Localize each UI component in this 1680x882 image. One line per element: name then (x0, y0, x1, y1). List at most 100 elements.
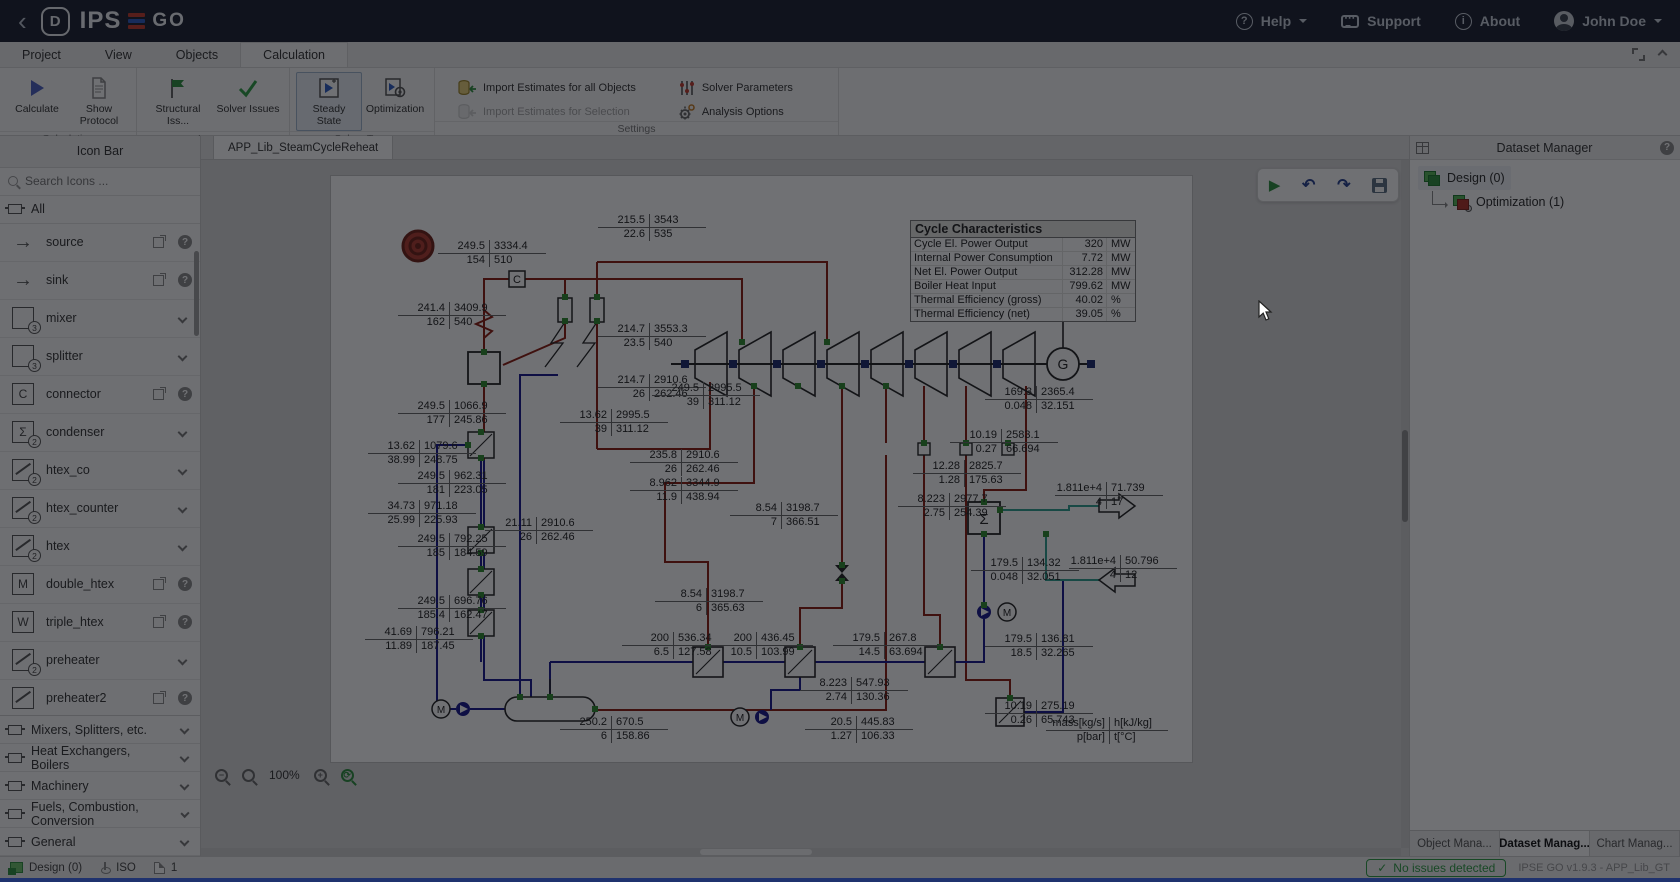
status-dataset[interactable]: Design (0) (10, 862, 82, 874)
expand-icon[interactable] (1632, 48, 1645, 61)
solver-parameters-button[interactable]: Solver Parameters (678, 79, 793, 97)
icon-bar-item[interactable]: 2 htex_co (0, 452, 200, 490)
support-menu[interactable]: Support (1341, 13, 1421, 29)
sidebar-scrollbar[interactable] (194, 251, 199, 336)
status-page-count[interactable]: 1 (154, 862, 177, 874)
stream-label[interactable]: 8.9623344.9 11.9438.94 (630, 477, 738, 504)
tree-item-design[interactable]: Design (0) (1418, 166, 1511, 190)
search-row[interactable] (0, 168, 200, 196)
horizontal-scrollbar[interactable] (201, 848, 1401, 856)
icon-bar-item[interactable]: preheater2 ? (0, 680, 200, 715)
chevron-down-icon[interactable] (178, 541, 188, 551)
icon-bar-item[interactable]: Σ 2 condenser (0, 414, 200, 452)
stream-label[interactable]: 1.811e+471.739 417 (1055, 482, 1163, 509)
stream-label[interactable]: 169.32365.4 0.04832.151 (985, 386, 1093, 413)
search-input[interactable] (25, 174, 175, 188)
panel-tab[interactable]: Object Mana... (1410, 831, 1500, 856)
analysis-options-button[interactable]: Analysis Options (678, 103, 793, 121)
chevron-down-icon[interactable] (178, 465, 188, 475)
stream-label[interactable]: 10.192583.1 0.2766.694 (950, 429, 1058, 456)
icon-bar-item[interactable]: → sink ? (0, 262, 200, 300)
import-estimates-all-button[interactable]: Import Estimates for all Objects (457, 79, 636, 97)
stream-label[interactable]: 249.51066.9 177245.86 (398, 400, 506, 427)
menu-tab[interactable]: View (83, 42, 154, 67)
solver-issues-button[interactable]: Solver Issues (213, 72, 283, 119)
icon-bar-item[interactable]: 2 htex_counter (0, 490, 200, 528)
stream-label[interactable]: 13.622995.5 39311.12 (560, 409, 668, 436)
steady-state-button[interactable]: Steady State (296, 72, 362, 131)
zoom-fit-icon[interactable] (242, 769, 255, 782)
sidebar-item-all[interactable]: All (0, 196, 200, 224)
chevron-down-icon[interactable] (178, 351, 188, 361)
cycle-characteristics-table[interactable]: Cycle Characteristics Cycle El. Power Ou… (910, 220, 1136, 322)
stream-label[interactable]: 249.52995.5 39311.12 (652, 382, 760, 409)
vertical-scrollbar[interactable] (1401, 160, 1409, 848)
stream-label[interactable]: 1.811e+450.796 412 (1069, 555, 1177, 582)
open-in-new-icon[interactable] (153, 237, 164, 248)
icon-bar-category[interactable]: Fuels, Combustion, Conversion (0, 800, 200, 828)
stream-label[interactable]: 249.53334.4 154510 (438, 240, 546, 267)
open-in-new-icon[interactable] (153, 617, 164, 628)
menu-tab[interactable]: Project (0, 42, 83, 67)
stream-label[interactable]: 249.5962.31 181223.05 (398, 470, 506, 497)
menu-tab[interactable]: Objects (154, 42, 240, 67)
icon-bar-category[interactable]: Machinery (0, 772, 200, 800)
stream-label[interactable]: 12.282825.7 1.28175.63 (913, 460, 1021, 487)
icon-bar-category[interactable]: General (0, 828, 200, 856)
help-item-icon[interactable]: ? (178, 235, 192, 249)
calculate-button[interactable]: Calculate (6, 72, 68, 119)
document-tab[interactable]: APP_Lib_SteamCycleReheat (213, 136, 393, 159)
stream-label[interactable]: 13.621079.6 38.99248.75 (368, 440, 476, 467)
status-units[interactable]: ISO (100, 862, 136, 874)
icon-bar-category[interactable]: Mixers, Splitters, etc. (0, 716, 200, 744)
stream-label[interactable]: 241.43409.9 162540 (398, 302, 506, 329)
help-item-icon[interactable]: ? (178, 273, 192, 287)
show-protocol-button[interactable]: Show Protocol (68, 72, 130, 131)
open-in-new-icon[interactable] (153, 579, 164, 590)
help-item-icon[interactable]: ? (178, 387, 192, 401)
save-icon[interactable] (1372, 178, 1387, 193)
stream-label[interactable]: 8.223547.93 2.74130.36 (800, 677, 908, 704)
help-menu[interactable]: ? Help (1236, 13, 1307, 30)
optimization-button[interactable]: Optimization (362, 72, 428, 119)
issues-status-badge[interactable]: ✓ No issues detected (1366, 859, 1506, 877)
stream-label[interactable]: 179.5134.32 0.04832.051 (971, 557, 1079, 584)
stream-label[interactable]: 214.73553.3 23.5540 (598, 323, 706, 350)
open-in-new-icon[interactable] (153, 275, 164, 286)
open-in-new-icon[interactable] (153, 693, 164, 704)
icon-bar-item[interactable]: 3 splitter (0, 338, 200, 376)
panel-tab[interactable]: Chart Manag... (1590, 831, 1680, 856)
stream-label[interactable]: 20.5445.83 1.27106.33 (805, 716, 913, 743)
icon-bar-item[interactable]: 2 preheater (0, 642, 200, 680)
stream-label[interactable]: 215.53543 22.6535 (598, 214, 706, 241)
icon-bar-item[interactable]: C connector ? (0, 376, 200, 414)
collapse-ribbon-icon[interactable] (1658, 50, 1668, 60)
import-estimates-selection-button[interactable]: Import Estimates for Selection (457, 103, 636, 121)
menu-tab[interactable]: Calculation (240, 42, 348, 67)
icon-bar-item[interactable]: → source ? (0, 224, 200, 262)
help-item-icon[interactable]: ? (178, 691, 192, 705)
chevron-down-icon[interactable] (178, 503, 188, 513)
chevron-down-icon[interactable] (178, 427, 188, 437)
undo-icon[interactable]: ↶ (1302, 175, 1315, 195)
stream-label[interactable]: 249.5696.76 185.4162.47 (398, 595, 506, 622)
icon-bar-item[interactable]: W triple_htex ? (0, 604, 200, 642)
stream-label[interactable]: 8.543198.7 6365.63 (655, 588, 763, 615)
icon-bar-item[interactable]: 3 mixer (0, 300, 200, 338)
panel-tab[interactable]: Dataset Manag... (1500, 831, 1590, 856)
stream-label[interactable]: 179.5136.81 18.532.265 (985, 633, 1093, 660)
icon-bar-category[interactable]: Heat Exchangers, Boilers (0, 744, 200, 772)
panel-help-icon[interactable]: ? (1660, 141, 1674, 155)
icon-bar-item[interactable]: 2 htex (0, 528, 200, 566)
back-icon[interactable]: ‹ (18, 8, 27, 34)
structural-issues-button[interactable]: Structural Iss... (143, 72, 213, 131)
stream-label[interactable]: 235.82910.6 26262.46 (630, 449, 738, 476)
user-menu[interactable]: John Doe (1554, 11, 1662, 31)
stream-label[interactable]: 34.73971.18 25.99225.93 (368, 500, 476, 527)
run-icon[interactable]: ▶ (1269, 176, 1281, 194)
stream-label[interactable]: 21.112910.6 26262.46 (485, 517, 593, 544)
zoom-reset-icon[interactable]: ⟳ (341, 769, 354, 782)
open-in-new-icon[interactable] (153, 389, 164, 400)
help-item-icon[interactable]: ? (178, 577, 192, 591)
help-item-icon[interactable]: ? (178, 615, 192, 629)
